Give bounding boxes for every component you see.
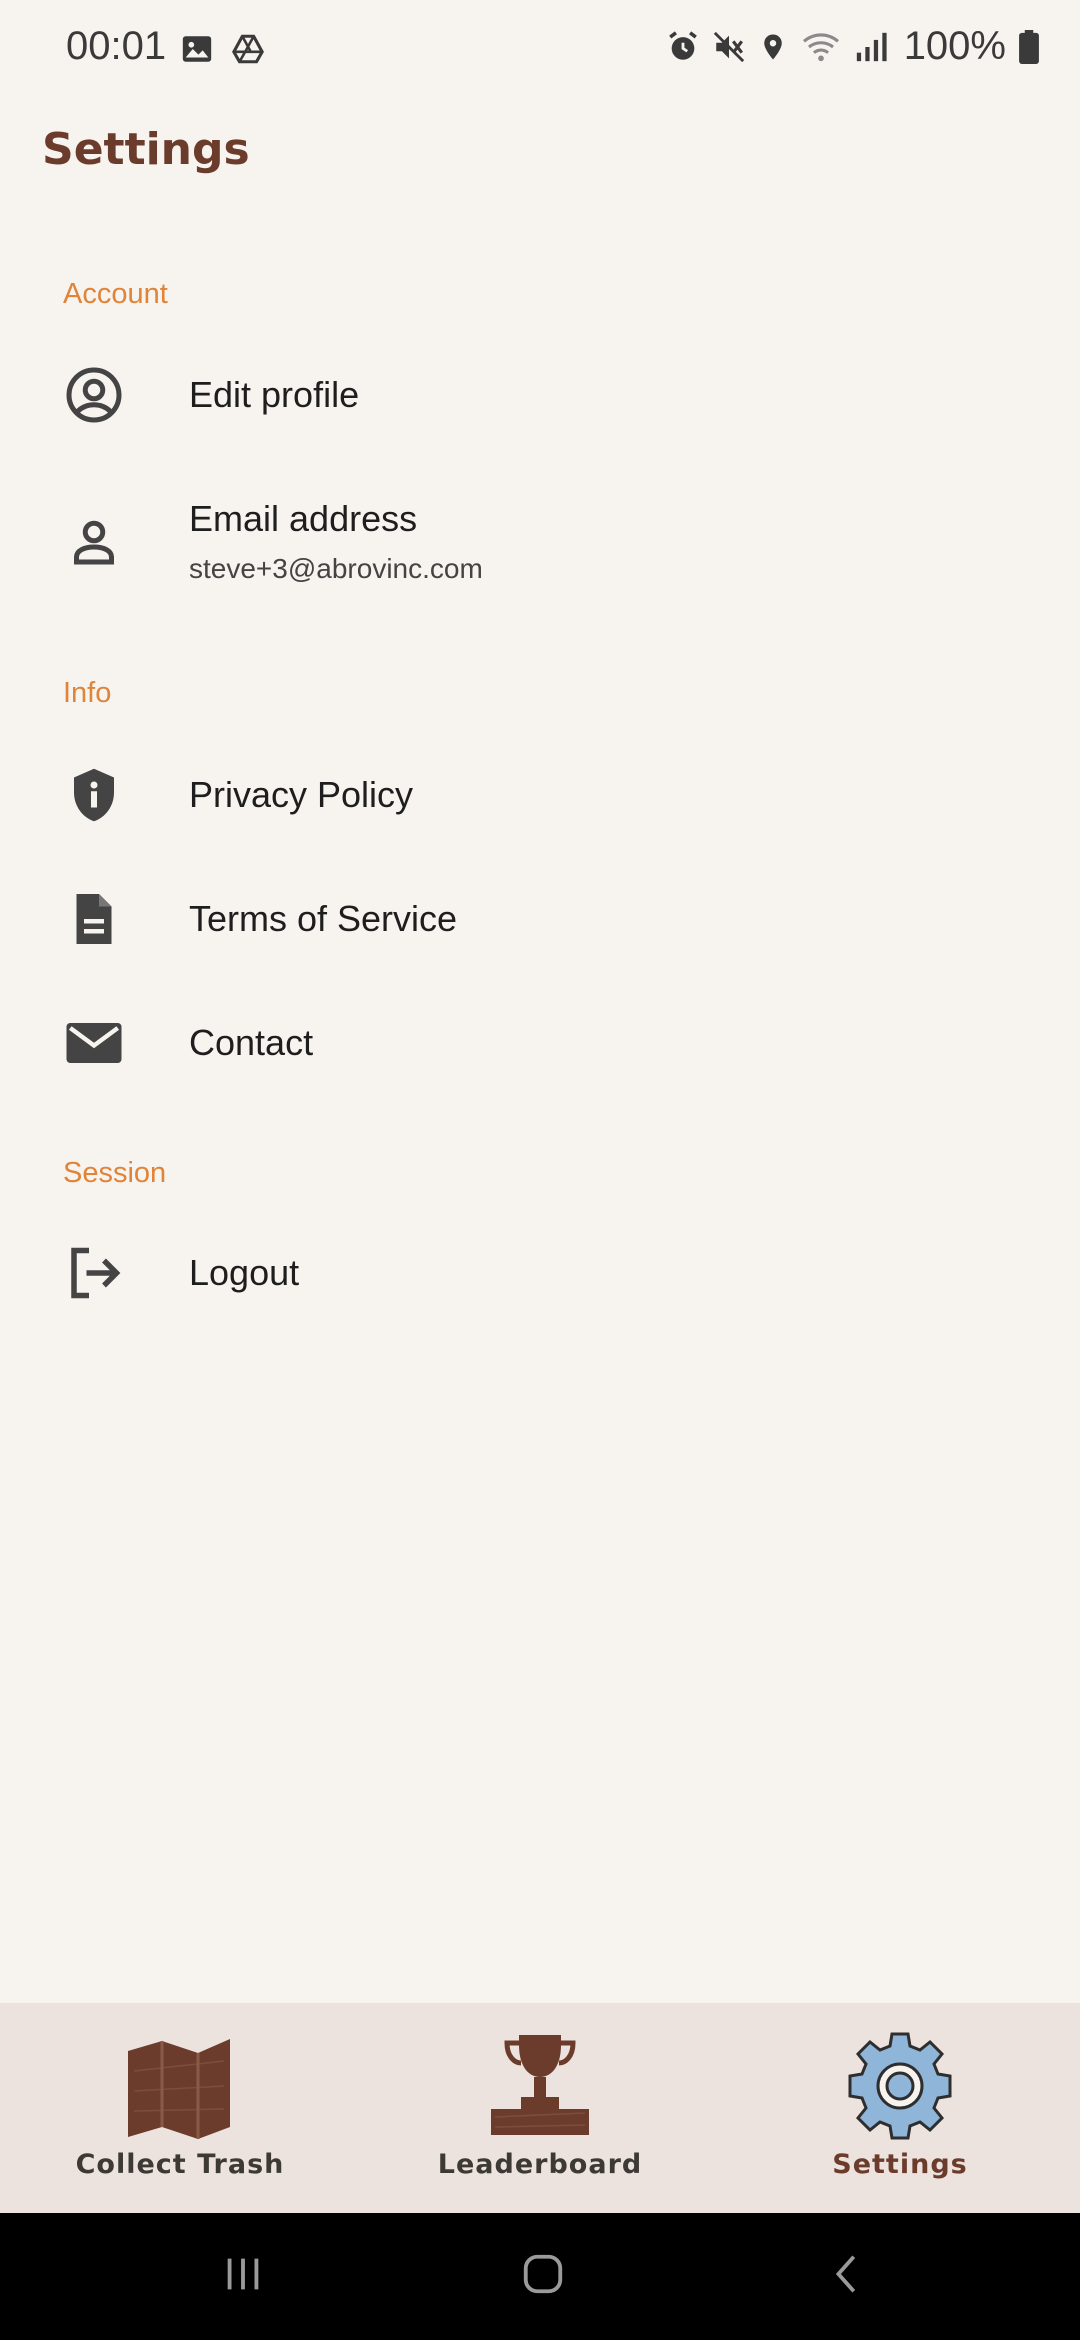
document-icon (64, 889, 124, 949)
home-button[interactable] (520, 2251, 566, 2302)
battery-percent: 100% (903, 24, 1006, 68)
account-circle-icon (64, 365, 124, 425)
alarm-icon (666, 30, 700, 64)
page-title: Settings (42, 124, 250, 175)
gear-icon (845, 2031, 955, 2146)
privacy-policy-item[interactable]: Privacy Policy (0, 740, 1080, 850)
status-bar: 00:01 100% (0, 0, 1080, 100)
wifi-icon (800, 30, 842, 64)
logout-label: Logout (189, 1252, 300, 1293)
section-header-session: Session (63, 1157, 167, 1189)
edit-profile-label: Edit profile (189, 374, 360, 415)
nav-label-collect-trash: Collect Trash (75, 2149, 285, 2180)
section-header-info: Info (63, 677, 112, 709)
map-icon (124, 2031, 236, 2146)
email-address-label: Email address (189, 498, 418, 539)
shield-info-icon (64, 765, 124, 825)
terms-of-service-label: Terms of Service (189, 898, 458, 939)
back-button[interactable] (825, 2251, 871, 2302)
logout-icon (64, 1243, 124, 1303)
terms-of-service-item[interactable]: Terms of Service (0, 864, 1080, 974)
nav-label-settings: Settings (832, 2149, 968, 2180)
section-header-account: Account (63, 278, 168, 310)
nav-leaderboard[interactable]: Leaderboard (360, 2003, 720, 2213)
contact-label: Contact (189, 1022, 314, 1063)
location-icon (758, 30, 788, 64)
image-icon (180, 32, 214, 71)
drive-icon (230, 32, 266, 71)
mail-icon (64, 1013, 124, 1073)
edit-profile-item[interactable]: Edit profile (0, 340, 1080, 450)
nav-collect-trash[interactable]: Collect Trash (0, 2003, 360, 2213)
email-address-value: steve+3@abrovinc.com (189, 553, 483, 584)
recent-apps-button[interactable] (220, 2251, 266, 2302)
email-address-item[interactable]: Email address steve+3@abrovinc.com (0, 470, 1080, 610)
status-time: 00:01 (66, 24, 167, 68)
person-icon (64, 512, 124, 572)
contact-item[interactable]: Contact (0, 988, 1080, 1098)
signal-icon (854, 30, 888, 64)
trophy-icon (485, 2031, 595, 2146)
system-navigation-bar (0, 2213, 1080, 2340)
nav-label-leaderboard: Leaderboard (437, 2149, 643, 2180)
privacy-policy-label: Privacy Policy (189, 774, 414, 815)
logout-item[interactable]: Logout (0, 1218, 1080, 1328)
mute-icon (712, 30, 746, 64)
bottom-navigation: Collect Trash Leaderboard Settings (0, 2003, 1080, 2213)
battery-icon (1018, 29, 1040, 64)
nav-settings[interactable]: Settings (720, 2003, 1080, 2213)
